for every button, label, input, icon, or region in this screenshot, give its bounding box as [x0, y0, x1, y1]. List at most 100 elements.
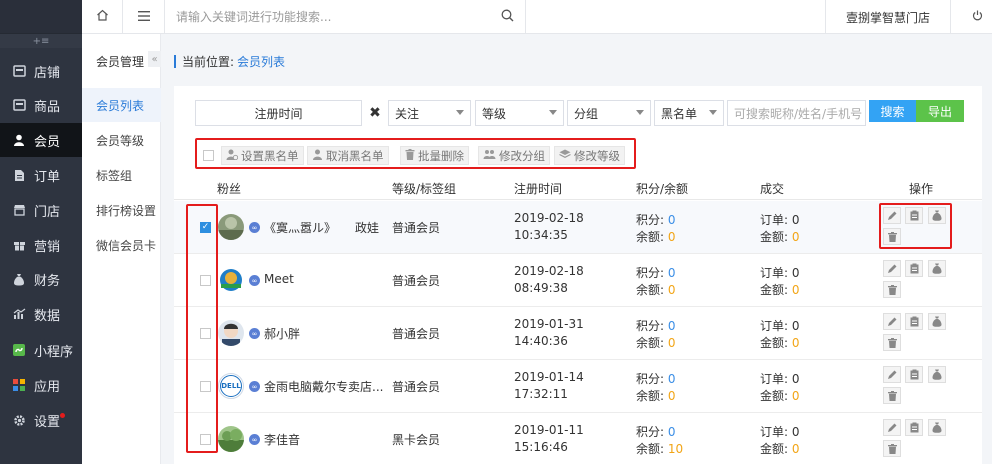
member-nickname[interactable]: 金雨电脑戴尔专卖店... [264, 378, 383, 395]
sidebar-item-marketing[interactable]: 营销 [0, 228, 82, 262]
edit-level-label: 修改等级 [574, 148, 620, 163]
field-value: 10 [667, 442, 684, 456]
gear-icon [12, 413, 26, 427]
menu-toggle-button[interactable] [124, 0, 165, 34]
logout-button[interactable] [962, 0, 992, 34]
member-detail-button[interactable] [905, 313, 923, 330]
member-points: 积分: 0 [636, 211, 676, 228]
chevron-down-icon [456, 110, 464, 115]
sidebar-item-label: 门店 [34, 204, 61, 220]
field-value: 0 [791, 372, 800, 386]
delete-member-button[interactable] [883, 440, 901, 457]
sidebar-collapse-toggle[interactable]: +≡ [0, 34, 82, 48]
subnav-fold-button[interactable]: « [148, 51, 161, 67]
member-nickname[interactable]: 郝小胖 [264, 325, 300, 342]
edit-member-button[interactable] [883, 419, 901, 436]
field-value: 0 [791, 442, 800, 456]
member-orders: 订单: 0 [760, 317, 800, 334]
sidebar-item-settings[interactable]: 设置 [0, 403, 82, 437]
user-icon [312, 149, 323, 163]
member-nickname[interactable]: 《寞灬嚣ル》 [264, 219, 336, 236]
table-row[interactable]: DELL ∞ 金雨电脑戴尔专卖店... 普通会员 2019-01-14 17:32:11 积… [174, 360, 982, 413]
user-icon [12, 133, 26, 147]
reg-date: 2019-02-18 [514, 211, 584, 225]
sidebar-item-finance[interactable]: 财务 [0, 262, 82, 296]
batch-delete-button[interactable]: 批量删除 [400, 146, 469, 165]
field-label: 金额: [760, 442, 792, 456]
pencil-icon [888, 423, 897, 432]
field-label: 积分: [636, 319, 668, 333]
keyword-placeholder: 可搜索昵称/姓名/手机号 [734, 106, 863, 121]
sidebar-item-miniprogram[interactable]: 小程序 [0, 333, 82, 367]
export-button[interactable]: 导出 [916, 100, 964, 122]
group-select[interactable]: 分组 [567, 100, 651, 126]
blacklist-select[interactable]: 黑名单 [654, 100, 724, 126]
sidebar-item-goods[interactable]: 商品 [0, 88, 82, 122]
col-fans: 粉丝 [217, 182, 242, 196]
set-blacklist-label: 设置黑名单 [241, 148, 299, 163]
avatar: DELL [218, 373, 244, 399]
field-label: 金额: [760, 230, 792, 244]
sidebar-item-store[interactable]: 门店 [0, 193, 82, 227]
edit-member-button[interactable] [883, 313, 901, 330]
edit-group-label: 修改分组 [499, 148, 545, 163]
sidebar-item-data[interactable]: 数据 [0, 297, 82, 331]
delete-member-button[interactable] [883, 281, 901, 298]
clear-date-button[interactable]: ✖ [363, 100, 387, 126]
function-search-input[interactable] [166, 2, 486, 32]
select-all-checkbox[interactable] [203, 150, 214, 161]
sidebar-item-shop[interactable]: 店铺 [0, 54, 82, 88]
current-store-name[interactable]: 壹捌掌智慧门店 [825, 0, 951, 34]
table-row[interactable]: ∞ 李佳音 黑卡会员 2019-01-11 15:16:46 积分: 0 余额: 10 订单:… [174, 413, 982, 464]
member-nickname[interactable]: Meet [264, 272, 294, 286]
member-detail-button[interactable] [905, 366, 923, 383]
edit-member-button[interactable] [883, 366, 901, 383]
subnav-item-member-level[interactable]: 会员等级 [82, 123, 161, 157]
home-button[interactable] [82, 0, 123, 34]
breadcrumb-current[interactable]: 会员列表 [237, 53, 285, 70]
edit-group-button[interactable]: 修改分组 [478, 146, 550, 165]
subnav-item-ranking-settings[interactable]: 排行榜设置 [82, 193, 161, 227]
field-value: 0 [667, 266, 676, 280]
edit-member-button[interactable] [883, 260, 901, 277]
recharge-button[interactable] [928, 366, 946, 383]
subnav-item-wechat-card[interactable]: 微信会员卡 [82, 228, 161, 262]
delete-member-button[interactable] [883, 387, 901, 404]
table-row[interactable]: ✓ ∞ 《寞灬嚣ル》 政娃 普通会员 2019-02-18 10:34:35 积分: 0 余额:… [174, 201, 982, 254]
delete-member-button[interactable] [883, 334, 901, 351]
reg-time: 15:16:46 [514, 440, 568, 454]
recharge-button[interactable] [928, 260, 946, 277]
table-row[interactable]: ∞ Meet 普通会员 2019-02-18 08:49:38 积分: 0 余额: 0 订单:… [174, 254, 982, 307]
wechat-link-icon: ∞ [249, 328, 260, 339]
sidebar-item-apps[interactable]: 应用 [0, 368, 82, 402]
sidebar-item-member[interactable]: 会员 [0, 123, 82, 157]
user-block-icon [226, 149, 239, 163]
cancel-blacklist-button[interactable]: 取消黑名单 [307, 146, 389, 165]
field-label: 订单: [760, 425, 792, 439]
search-button[interactable]: 搜索 [869, 100, 916, 122]
search-icon[interactable] [501, 9, 515, 23]
sidebar-item-order[interactable]: 订单 [0, 158, 82, 192]
set-blacklist-button[interactable]: 设置黑名单 [221, 146, 304, 165]
member-detail-button[interactable] [905, 260, 923, 277]
level-select[interactable]: 等级 [475, 100, 564, 126]
edit-level-button[interactable]: 修改等级 [554, 146, 625, 165]
table-row[interactable]: ∞ 郝小胖 普通会员 2019-01-31 14:40:36 积分: 0 余额: 0 订单: … [174, 307, 982, 360]
reg-time-filter[interactable]: 注册时间 [195, 100, 362, 126]
money-bag-icon [932, 263, 942, 274]
field-value: 0 [791, 213, 800, 227]
follow-select[interactable]: 关注 [388, 100, 471, 126]
recharge-button[interactable] [928, 419, 946, 436]
subnav-item-member-list[interactable]: 会员列表 [82, 88, 161, 122]
subnav-item-tag-group[interactable]: 标签组 [82, 158, 161, 192]
keyword-input[interactable]: 可搜索昵称/姓名/手机号 [727, 100, 866, 126]
recharge-button[interactable] [928, 313, 946, 330]
new-dot-badge [60, 413, 65, 418]
member-detail-button[interactable] [905, 419, 923, 436]
main-sidebar: +≡ 店铺 商品 会员 订单 门店 营销 财务 数据 小程序 应用 设置 [0, 0, 82, 464]
member-nickname[interactable]: 李佳音 [264, 431, 300, 448]
reg-date: 2019-01-14 [514, 370, 584, 384]
field-value: 0 [791, 389, 800, 403]
order-icon [12, 168, 26, 182]
member-amount: 金额: 0 [760, 334, 800, 351]
